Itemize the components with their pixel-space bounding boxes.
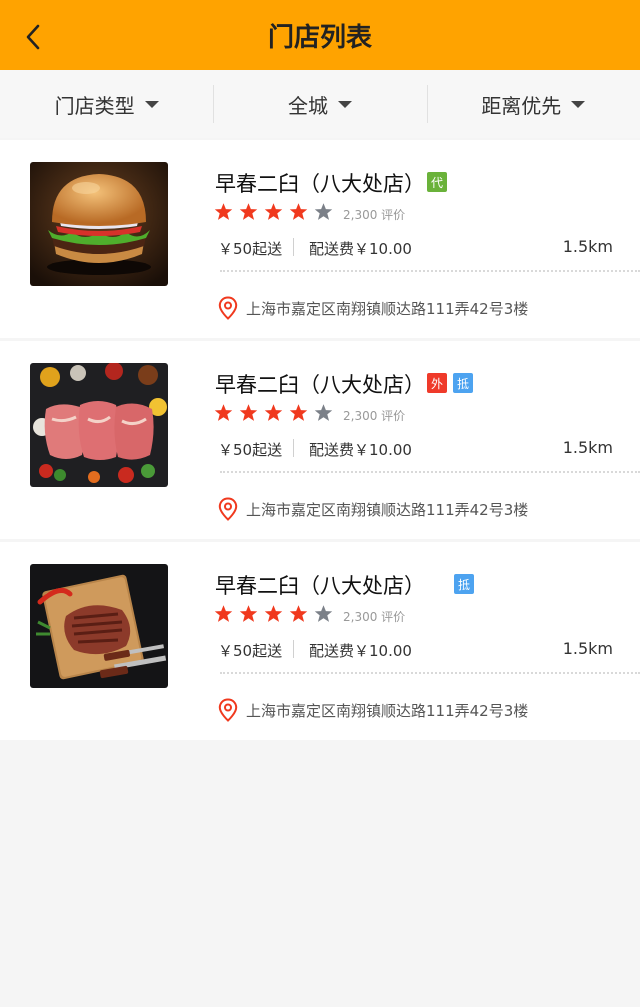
address-row: 上海市嘉定区南翔镇顺达路111弄42号3楼 [218, 497, 528, 521]
divider [293, 238, 294, 256]
page-title: 门店列表 [267, 22, 372, 53]
address: 上海市嘉定区南翔镇顺达路111弄42号3楼 [246, 500, 529, 519]
star-filled-icon [289, 404, 308, 421]
badge-wai: 外 [427, 373, 447, 393]
star-filled-icon [264, 404, 283, 421]
star-rating [214, 604, 333, 623]
dotted-divider [220, 270, 640, 272]
star-empty-icon [314, 404, 333, 421]
delivery-fee: 配送费￥10.00 [309, 240, 412, 258]
location-pin-icon [218, 497, 238, 521]
star-filled-icon [239, 404, 258, 421]
top-bar: 门店列表 [0, 0, 640, 70]
star-rating [214, 202, 333, 221]
caret-down-icon [144, 100, 159, 108]
raw-meat-photo [30, 363, 168, 487]
badge-di: 抵 [454, 574, 474, 594]
distance: 1.5km [562, 639, 613, 658]
review-count: 2,300 评价 [343, 208, 406, 222]
filter-store-type[interactable]: 门店类型 [0, 70, 213, 138]
divider [293, 640, 294, 658]
badge-group: 外 抵 [427, 373, 473, 393]
filter-bar: 门店类型 全城 距离优先 [0, 70, 640, 138]
star-filled-icon [214, 203, 233, 220]
star-filled-icon [264, 605, 283, 622]
filter-label: 距离优先 [481, 93, 562, 118]
caret-down-icon [337, 100, 352, 108]
star-filled-icon [289, 605, 308, 622]
address: 上海市嘉定区南翔镇顺达路111弄42号3楼 [246, 299, 529, 318]
divider [293, 439, 294, 457]
badge-di: 抵 [453, 373, 473, 393]
distance: 1.5km [562, 237, 613, 256]
address: 上海市嘉定区南翔镇顺达路111弄42号3楼 [246, 701, 529, 720]
badge-group: 代 [427, 172, 447, 192]
filter-label: 门店类型 [54, 93, 135, 118]
steak-photo [30, 564, 168, 688]
address-row: 上海市嘉定区南翔镇顺达路111弄42号3楼 [218, 698, 528, 722]
location-pin-icon [218, 296, 238, 320]
store-list: 早春二臼（八大处店） 代 2,300 评价 ￥50起送 配送费￥10.00 1.… [0, 140, 640, 743]
burger-photo [30, 162, 168, 286]
star-filled-icon [289, 203, 308, 220]
filter-label: 全城 [287, 93, 328, 118]
star-filled-icon [239, 605, 258, 622]
star-empty-icon [314, 203, 333, 220]
address-row: 上海市嘉定区南翔镇顺达路111弄42号3楼 [218, 296, 528, 320]
min-order: ￥50起送 [218, 642, 283, 660]
store-name: 早春二臼（八大处店） [215, 373, 425, 397]
min-order: ￥50起送 [218, 441, 283, 459]
delivery-fee: 配送费￥10.00 [309, 441, 412, 459]
star-filled-icon [214, 605, 233, 622]
store-card[interactable]: 早春二臼（八大处店） 代 2,300 评价 ￥50起送 配送费￥10.00 1.… [0, 140, 640, 338]
caret-down-icon [571, 100, 586, 108]
star-filled-icon [264, 203, 283, 220]
dotted-divider [220, 471, 640, 473]
filter-sort[interactable]: 距离优先 [426, 70, 640, 138]
filter-city[interactable]: 全城 [213, 70, 426, 138]
badge-dai: 代 [427, 172, 447, 192]
star-rating [214, 403, 333, 422]
min-order: ￥50起送 [218, 240, 283, 258]
location-pin-icon [218, 698, 238, 722]
star-empty-icon [314, 605, 333, 622]
dotted-divider [220, 672, 640, 674]
store-card[interactable]: 早春二臼（八大处店） 抵 2,300 评价 ￥50起送 配送费￥10.00 1.… [0, 542, 640, 740]
chevron-left-icon [26, 24, 40, 50]
store-name: 早春二臼（八大处店） [215, 574, 425, 598]
badge-group: 抵 [454, 574, 474, 594]
review-count: 2,300 评价 [343, 409, 406, 423]
back-button[interactable] [16, 20, 50, 54]
store-card[interactable]: 早春二臼（八大处店） 外 抵 2,300 评价 ￥50起送 配送费￥10.00 … [0, 341, 640, 539]
distance: 1.5km [562, 438, 613, 457]
store-name: 早春二臼（八大处店） [215, 172, 425, 196]
star-filled-icon [214, 404, 233, 421]
review-count: 2,300 评价 [343, 610, 406, 624]
delivery-fee: 配送费￥10.00 [309, 642, 412, 660]
star-filled-icon [239, 203, 258, 220]
